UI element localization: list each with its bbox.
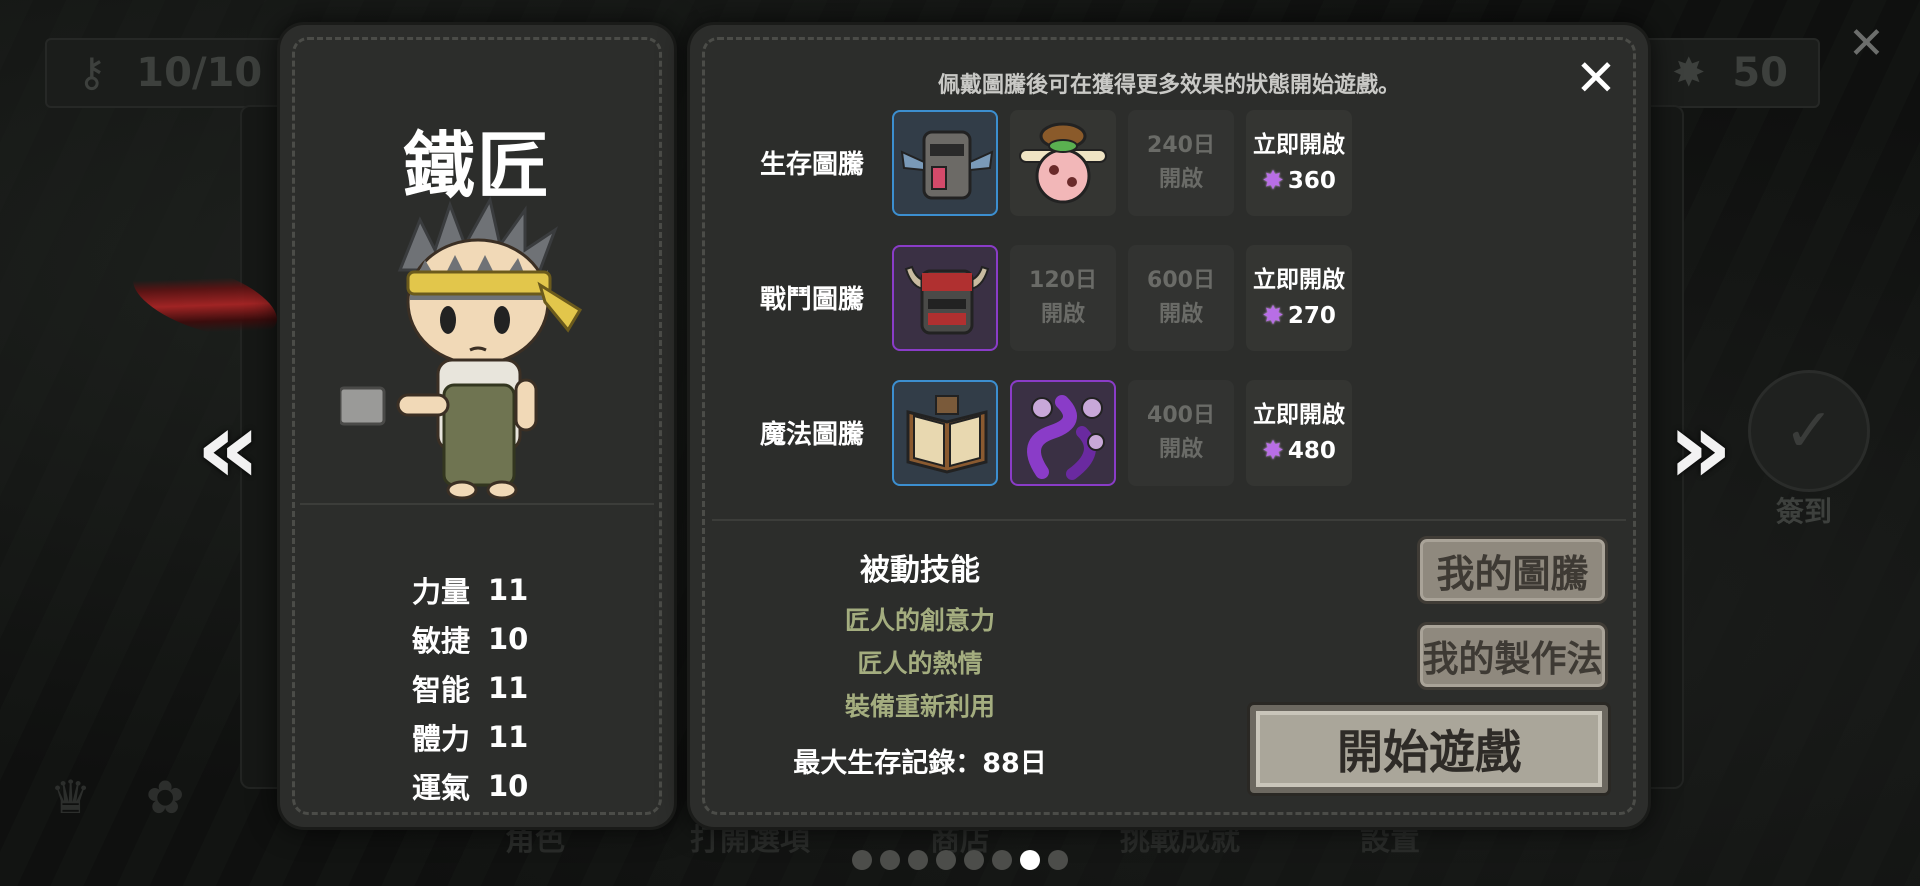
passive-skill: 匠人的創意力 [844, 606, 995, 635]
stat-value: 11 [488, 719, 529, 754]
buy-label: 立即開啟 [1253, 402, 1345, 428]
price-value: 480 [1287, 438, 1336, 464]
stat-name: 體力 [412, 721, 471, 756]
gems-count: 50 [1732, 50, 1788, 96]
medal-icon: ✿ [145, 770, 185, 824]
unlock-days: 400日 [1147, 403, 1215, 428]
stat-name: 智能 [412, 672, 471, 707]
gem-icon: ✸ [1262, 166, 1284, 196]
price: ✸ 480 [1262, 433, 1336, 469]
max-survival-record: 最大生存記錄：88日 [793, 748, 1047, 779]
buy-totem-button[interactable]: 立即開啟 ✸ 270 [1246, 245, 1352, 351]
character-stats: 力量 11 敏捷 10 智能 11 體力 11 運氣 10 [412, 565, 528, 810]
start-game-button[interactable]: 開始遊戲 [1250, 705, 1608, 793]
background-close-icon: ✕ [1848, 18, 1885, 69]
next-character-chevron-icon[interactable]: » [1668, 398, 1733, 498]
key-icon: ⚷ [77, 50, 107, 96]
totem-row-label: 生存圖騰 [760, 150, 865, 180]
locked-totem-slot: 400日 開啟 [1128, 380, 1234, 486]
armored-knight-totem-icon[interactable] [892, 110, 998, 216]
page-dot[interactable] [964, 850, 984, 870]
page-dot[interactable] [880, 850, 900, 870]
unlock-days: 240日 [1147, 133, 1215, 158]
unlock-label: 開啟 [1040, 302, 1085, 327]
locked-totem-slot: 120日 開啟 [1010, 245, 1116, 351]
price-value: 270 [1287, 303, 1336, 329]
checkin-label: 簽到 [1776, 495, 1833, 528]
gem-icon: ✸ [1672, 50, 1706, 96]
page-dot[interactable] [936, 850, 956, 870]
stat-value: 10 [488, 768, 529, 803]
page-dot[interactable] [852, 850, 872, 870]
totem-panel: 佩戴圖騰後可在獲得更多效果的狀態開始遊戲。 ✕ 生存圖騰 240日 開啟 立即開… [690, 25, 1648, 827]
totem-row-label: 魔法圖騰 [760, 420, 865, 450]
keys-count: 10/10 [136, 50, 263, 96]
horned-demon-totem-icon[interactable] [892, 245, 998, 351]
stat-row: 智能 11 [412, 663, 528, 712]
stat-row: 運氣 10 [412, 761, 528, 810]
locked-totem-slot: 240日 開啟 [1128, 110, 1234, 216]
unlock-label: 開啟 [1158, 302, 1203, 327]
stat-name: 運氣 [412, 770, 471, 805]
page-dot[interactable] [992, 850, 1012, 870]
unlock-days: 120日 [1029, 268, 1097, 293]
stat-name: 力量 [412, 574, 471, 609]
stat-value: 11 [488, 670, 529, 705]
totem-row-label: 戰鬥圖騰 [760, 285, 865, 315]
buy-label: 立即開啟 [1253, 132, 1345, 158]
stat-value: 11 [488, 572, 529, 607]
stat-row: 力量 11 [412, 565, 528, 614]
stat-row: 敏捷 10 [412, 614, 528, 663]
unlock-label: 開啟 [1158, 167, 1203, 192]
stat-value: 10 [488, 621, 529, 656]
character-divider [300, 503, 654, 505]
gems-counter: ✸ 50 [1640, 38, 1820, 108]
tentacle-totem-icon[interactable] [1010, 380, 1116, 486]
character-panel: 鐵匠 力量 11 敏捷 10 智能 11 體力 11 運氣 10 [280, 25, 674, 827]
page-indicator [852, 850, 1068, 870]
bone-skull-totem-icon[interactable] [1010, 110, 1116, 216]
my-totems-button[interactable]: 我的圖騰 [1417, 536, 1608, 604]
totem-hint: 佩戴圖騰後可在獲得更多效果的狀態開始遊戲。 [937, 73, 1400, 98]
totem-divider [712, 519, 1626, 521]
gem-icon: ✸ [1262, 301, 1284, 331]
background-bottom-icons: ♛ ✿ [50, 770, 224, 824]
blacksmith-portrait [340, 195, 583, 500]
page-dot[interactable] [1048, 850, 1068, 870]
price-value: 360 [1287, 168, 1336, 194]
buy-label: 立即開啟 [1253, 267, 1345, 293]
unlock-label: 開啟 [1158, 437, 1203, 462]
unlock-days: 600日 [1147, 268, 1215, 293]
buy-totem-button[interactable]: 立即開啟 ✸ 360 [1246, 110, 1352, 216]
passive-skill: 匠人的熱情 [857, 649, 983, 678]
keys-counter: ⚷ 10/10 [45, 38, 285, 108]
locked-totem-slot: 600日 開啟 [1128, 245, 1234, 351]
price: ✸ 360 [1262, 163, 1336, 199]
prev-character-chevron-icon[interactable]: « [196, 398, 261, 498]
checkin-icon: ✓ [1748, 370, 1870, 492]
page-dot-active[interactable] [1020, 850, 1040, 870]
gem-icon: ✸ [1262, 436, 1284, 466]
close-icon[interactable]: ✕ [1575, 53, 1617, 103]
passive-skills-title: 被動技能 [860, 553, 980, 588]
stat-name: 敏捷 [412, 623, 471, 658]
buy-totem-button[interactable]: 立即開啟 ✸ 480 [1246, 380, 1352, 486]
my-recipes-button[interactable]: 我的製作法 [1417, 622, 1608, 690]
stat-row: 體力 11 [412, 712, 528, 761]
spellbook-totem-icon[interactable] [892, 380, 998, 486]
crown-icon: ♛ [50, 770, 92, 824]
passive-skill: 裝備重新利用 [844, 692, 995, 721]
price: ✸ 270 [1262, 298, 1336, 334]
page-dot[interactable] [908, 850, 928, 870]
